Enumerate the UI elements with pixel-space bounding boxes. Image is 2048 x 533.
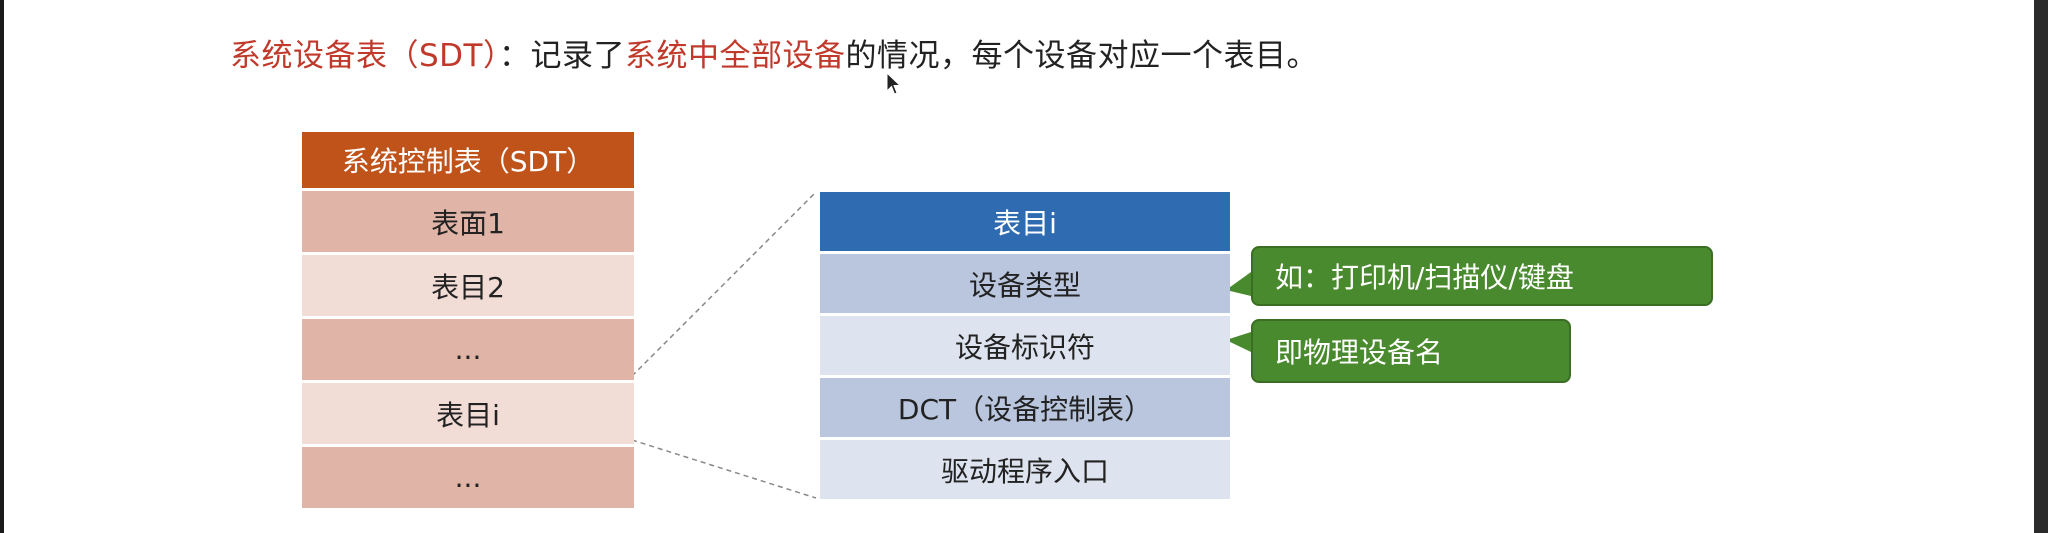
sdt-row: 表目2 <box>302 255 634 316</box>
screen: 系统设备表（SDT）：记录了系统中全部设备的情况，每个设备对应一个表目。 系统控… <box>0 0 2048 533</box>
callout-device-type: 如：打印机/扫描仪/键盘 <box>1251 246 1713 306</box>
sdt-row: 表面1 <box>302 191 634 252</box>
entry-table: 表目i 设备类型 设备标识符 DCT（设备控制表） 驱动程序入口 <box>820 192 1230 502</box>
connector-top <box>631 191 817 377</box>
slide-canvas: 系统设备表（SDT）：记录了系统中全部设备的情况，每个设备对应一个表目。 系统控… <box>4 0 2034 533</box>
entry-row-device-type: 设备类型 <box>820 254 1230 313</box>
sdt-table: 系统控制表（SDT） 表面1 表目2 ... 表目i ... <box>302 132 634 511</box>
callout-device-id: 即物理设备名 <box>1251 319 1571 383</box>
mouse-pointer-icon <box>886 72 902 95</box>
sdt-row: ... <box>302 447 634 508</box>
sdt-row: ... <box>302 319 634 380</box>
window-edge <box>2034 0 2048 533</box>
connector-bottom <box>631 439 817 499</box>
entry-table-header: 表目i <box>820 192 1230 251</box>
entry-row-driver-entry: 驱动程序入口 <box>820 440 1230 499</box>
sdt-table-header: 系统控制表（SDT） <box>302 132 634 188</box>
entry-row-dct: DCT（设备控制表） <box>820 378 1230 437</box>
entry-row-device-id: 设备标识符 <box>820 316 1230 375</box>
sdt-row: 表目i <box>302 383 634 444</box>
